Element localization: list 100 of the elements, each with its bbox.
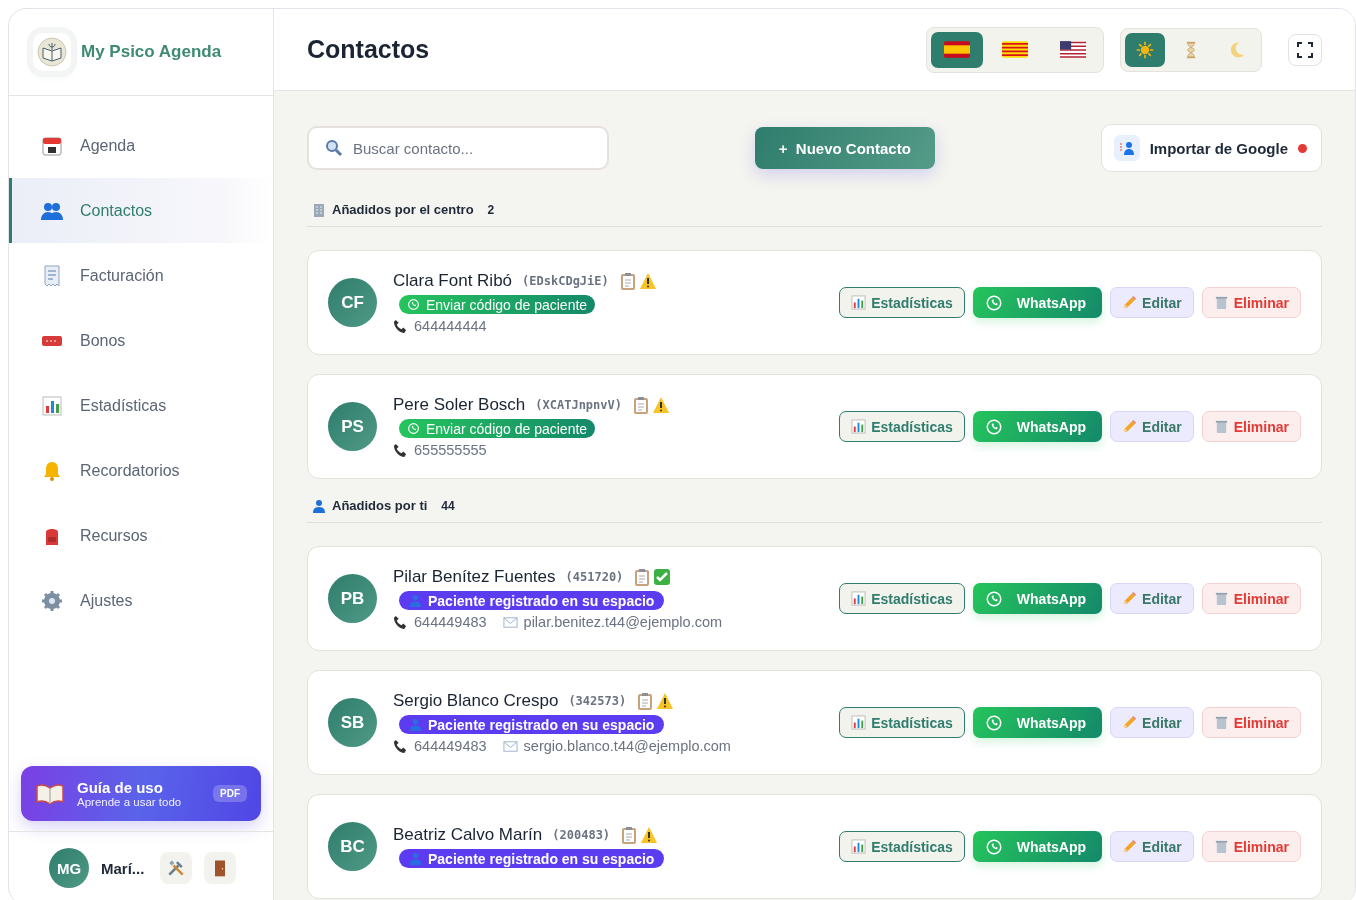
bar-chart-icon bbox=[851, 839, 867, 854]
contact-avatar: CF bbox=[328, 278, 377, 327]
statistics-button[interactable]: Estadísticas bbox=[839, 831, 965, 862]
contact-code: (XCATJnpnvV) bbox=[535, 398, 622, 412]
send-code-button[interactable]: Enviar código de paciente bbox=[399, 295, 596, 314]
contact-email: pilar.benitez.t44@ejemplo.com bbox=[523, 614, 723, 630]
whatsapp-icon bbox=[984, 293, 1003, 312]
delete-button[interactable]: Eliminar bbox=[1201, 411, 1301, 442]
fullscreen-button[interactable] bbox=[1288, 33, 1322, 66]
edit-button[interactable]: Editar bbox=[1110, 583, 1194, 614]
clipboard-icon bbox=[632, 396, 650, 414]
search-input[interactable]: Buscar contacto... bbox=[353, 139, 583, 157]
theme-option[interactable] bbox=[1125, 32, 1165, 67]
contact-code: (342573) bbox=[568, 694, 627, 708]
section-title: Añadidos por el centro bbox=[332, 202, 474, 217]
language-option[interactable] bbox=[931, 31, 983, 68]
edit-button[interactable]: Editar bbox=[1110, 287, 1194, 318]
edit-button[interactable]: Editar bbox=[1110, 707, 1194, 738]
contact-code: (EDskCDgJiE) bbox=[522, 274, 609, 288]
whatsapp-button[interactable]: WhatsApp bbox=[972, 831, 1103, 862]
phone-icon bbox=[393, 614, 408, 630]
building-icon bbox=[312, 202, 326, 217]
tools-button[interactable] bbox=[160, 852, 193, 884]
pencil-icon bbox=[1122, 419, 1138, 434]
delete-button[interactable]: Eliminar bbox=[1201, 707, 1301, 738]
whatsapp-button[interactable]: WhatsApp bbox=[972, 707, 1103, 738]
person-icon bbox=[312, 498, 326, 513]
contact-avatar: BC bbox=[328, 822, 377, 871]
section-count: 2 bbox=[487, 202, 495, 217]
whatsapp-button[interactable]: WhatsApp bbox=[972, 411, 1103, 442]
delete-button[interactable]: Eliminar bbox=[1201, 831, 1301, 862]
trash-icon bbox=[1213, 591, 1229, 606]
sidebar-item[interactable]: Estadísticas bbox=[9, 373, 273, 438]
contact-icon bbox=[1118, 140, 1135, 156]
contact-name: Pilar Benítez Fuentes bbox=[393, 567, 556, 587]
app-name: My Psico Agenda bbox=[81, 42, 222, 62]
registered-badge: Paciente registrado en su espacio bbox=[399, 591, 665, 610]
bar-chart-icon bbox=[851, 715, 867, 730]
whatsapp-icon bbox=[984, 417, 1003, 436]
import-google-button[interactable]: Importar de Google bbox=[1100, 124, 1322, 172]
contact-phone: 655555555 bbox=[414, 442, 487, 458]
clipboard-icon bbox=[620, 826, 639, 844]
statistics-button[interactable]: Estadísticas bbox=[839, 411, 965, 442]
search-icon bbox=[325, 139, 343, 157]
logout-button[interactable] bbox=[204, 852, 237, 884]
sidebar-item[interactable]: Bonos bbox=[9, 308, 273, 373]
statistics-button[interactable]: Estadísticas bbox=[839, 707, 965, 738]
contact-phone: 644444444 bbox=[414, 318, 487, 334]
flag-icon bbox=[944, 41, 970, 58]
pencil-icon bbox=[1122, 591, 1138, 606]
edit-button[interactable]: Editar bbox=[1110, 831, 1194, 862]
clipboard-icon bbox=[618, 272, 637, 290]
pencil-icon bbox=[1122, 295, 1138, 310]
trash-icon bbox=[1213, 419, 1229, 434]
edit-button[interactable]: Editar bbox=[1110, 411, 1194, 442]
contact-code: (451720) bbox=[565, 570, 624, 584]
registered-badge: Paciente registrado en su espacio bbox=[399, 849, 665, 868]
whatsapp-icon bbox=[984, 713, 1003, 732]
fullscreen-icon bbox=[1296, 40, 1314, 59]
contact-phone: 644449483 bbox=[414, 614, 487, 630]
user-name: Marí... bbox=[101, 859, 145, 877]
search-field[interactable]: Buscar contacto... bbox=[307, 126, 609, 170]
flag-icon bbox=[1060, 41, 1086, 58]
delete-button[interactable]: Eliminar bbox=[1201, 583, 1301, 614]
pencil-icon bbox=[1122, 839, 1138, 854]
contact-name: Pere Soler Bosch bbox=[393, 395, 526, 415]
contact-name: Beatriz Calvo Marín bbox=[393, 825, 543, 845]
sidebar-item[interactable]: Facturación bbox=[9, 243, 273, 308]
contact-name: Clara Font Ribó bbox=[393, 271, 513, 291]
phone-icon bbox=[393, 738, 408, 754]
sidebar-item[interactable]: Agenda bbox=[9, 113, 273, 178]
registered-badge: Paciente registrado en su espacio bbox=[399, 715, 665, 734]
contact-avatar: SB bbox=[328, 698, 377, 747]
pencil-icon bbox=[1122, 715, 1138, 730]
bar-chart-icon bbox=[851, 591, 867, 606]
trash-icon bbox=[1213, 715, 1229, 730]
send-code-button[interactable]: Enviar código de paciente bbox=[399, 419, 596, 438]
sidebar-item[interactable]: Recordatorios bbox=[9, 438, 273, 503]
sidebar-item[interactable]: Ajustes bbox=[9, 568, 273, 633]
clipboard-icon bbox=[633, 568, 652, 586]
guide-button[interactable]: Guía de uso Aprende a usar todo PDF bbox=[21, 766, 261, 821]
whatsapp-button[interactable]: WhatsApp bbox=[972, 583, 1103, 614]
section-title: Añadidos por ti bbox=[332, 498, 428, 513]
book-icon bbox=[35, 781, 65, 806]
delete-button[interactable]: Eliminar bbox=[1201, 287, 1301, 318]
statistics-button[interactable]: Estadísticas bbox=[839, 583, 965, 614]
statistics-button[interactable]: Estadísticas bbox=[839, 287, 965, 318]
sidebar-item[interactable]: Recursos bbox=[9, 503, 273, 568]
person-icon bbox=[409, 594, 422, 607]
contact-phone: 644449483 bbox=[414, 738, 487, 754]
clipboard-icon bbox=[636, 692, 655, 710]
new-contact-button[interactable]: + Nuevo Contacto bbox=[754, 127, 935, 169]
contact-avatar: PB bbox=[328, 574, 377, 623]
envelope-icon bbox=[502, 614, 518, 630]
whatsapp-button[interactable]: WhatsApp bbox=[972, 287, 1103, 318]
flag-icon bbox=[1002, 41, 1028, 58]
gear-icon bbox=[40, 588, 64, 613]
contact-name: Sergio Blanco Crespo bbox=[393, 691, 559, 711]
bar-chart-icon bbox=[851, 295, 867, 310]
whatsapp-icon bbox=[407, 298, 420, 311]
